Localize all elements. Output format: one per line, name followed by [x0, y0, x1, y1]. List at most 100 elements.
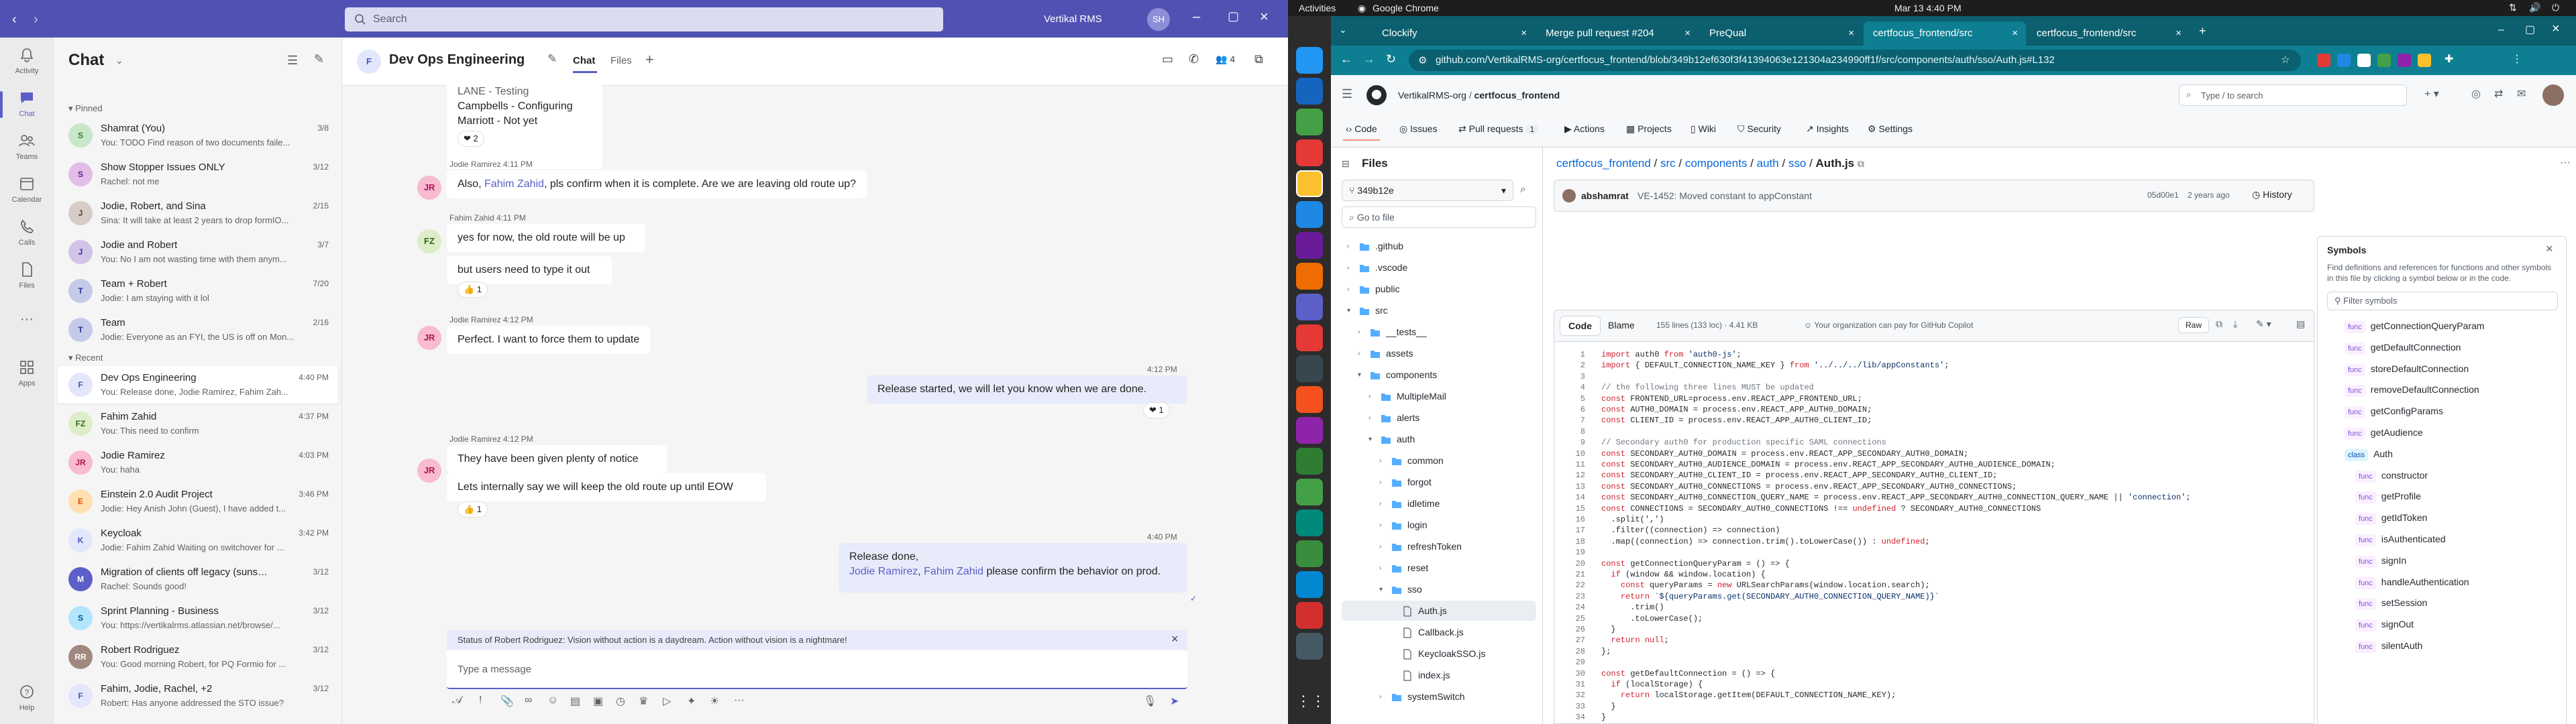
- reaction-heart[interactable]: ❤ 2: [458, 131, 484, 147]
- show-apps-icon[interactable]: ⋮⋮: [1296, 688, 1326, 715]
- dock-app-icon[interactable]: [1296, 417, 1323, 444]
- chat-list-item[interactable]: FZ Fahim Zahid You: This need to confirm 4:…: [58, 405, 338, 442]
- popout-icon[interactable]: ⧉: [1254, 52, 1263, 66]
- activities-button[interactable]: Activities: [1299, 3, 1336, 13]
- tree-folder[interactable]: › forgot: [1342, 472, 1536, 492]
- line-number[interactable]: 16: [1558, 515, 1585, 524]
- symbol-item[interactable]: func silentAuth: [2355, 637, 2422, 654]
- symbol-item[interactable]: class Auth: [2345, 445, 2393, 463]
- tree-folder[interactable]: ▾ sso: [1342, 579, 1536, 599]
- line-number[interactable]: 6: [1558, 405, 1585, 414]
- site-info-icon[interactable]: ⚙: [1418, 54, 1427, 66]
- repo-link[interactable]: certfocus_frontend: [1474, 90, 1560, 101]
- tree-folder[interactable]: ▾ src: [1342, 300, 1536, 320]
- emoji-icon[interactable]: ☺: [547, 695, 558, 707]
- history-button[interactable]: ◷ History: [2252, 189, 2292, 200]
- line-number[interactable]: 9: [1558, 438, 1585, 447]
- commit-sha[interactable]: 05d00e1: [2147, 190, 2179, 200]
- reaction-heart[interactable]: ❤ 1: [1143, 402, 1170, 418]
- close-tab-icon[interactable]: ×: [2176, 27, 2182, 39]
- tree-folder[interactable]: › __tests__: [1342, 322, 1536, 342]
- line-number[interactable]: 22: [1558, 581, 1585, 590]
- copy-icon[interactable]: ⧉: [2216, 318, 2222, 330]
- hamburger-icon[interactable]: ☰: [1342, 87, 1352, 101]
- line-number[interactable]: 34: [1558, 713, 1585, 722]
- line-number[interactable]: 30: [1558, 669, 1585, 678]
- symbol-item[interactable]: func setSession: [2355, 594, 2427, 611]
- tree-folder[interactable]: › MultipleMail: [1342, 386, 1536, 406]
- forward-icon[interactable]: →: [1363, 52, 1375, 66]
- sticker-icon[interactable]: ▣: [593, 695, 603, 708]
- symbol-item[interactable]: func handleAuthentication: [2355, 573, 2469, 591]
- browser-tab[interactable]: PreQual ×: [1700, 21, 1862, 46]
- breadcrumb-link[interactable]: sso: [1788, 157, 1806, 170]
- chat-list-item[interactable]: K Keycloak Jodie: Fahim Zahid Waiting on s…: [58, 522, 338, 559]
- tab-search-icon[interactable]: ⌄: [1339, 24, 1347, 36]
- breadcrumb-link[interactable]: src: [1660, 157, 1676, 170]
- attach-icon[interactable]: 📎: [500, 695, 514, 708]
- dock-app-icon[interactable]: [1296, 324, 1323, 351]
- puzzle-icon[interactable]: ✚: [2445, 52, 2453, 66]
- chat-list-item[interactable]: RR Robert Rodriguez You: Good morning Robe…: [58, 638, 338, 676]
- dock-app-icon[interactable]: [1296, 479, 1323, 505]
- tab-code[interactable]: Code: [1560, 316, 1601, 336]
- video-call-icon[interactable]: ▭: [1162, 52, 1173, 66]
- schedule-icon[interactable]: ◷: [616, 695, 625, 708]
- chat-list-item[interactable]: J Jodie, Robert, and Sina Sina: It will ta…: [58, 194, 338, 232]
- close-icon[interactable]: ×: [2546, 242, 2553, 256]
- copy-path-icon[interactable]: ⧉: [1858, 158, 1864, 169]
- close-tab-icon[interactable]: ×: [1521, 27, 1527, 39]
- chevron-down-icon[interactable]: ⌄: [115, 55, 123, 66]
- extension-icon[interactable]: [2398, 54, 2411, 67]
- tree-file[interactable]: Callback.js: [1342, 622, 1536, 642]
- breadcrumb-link[interactable]: certfocus_frontend: [1556, 157, 1651, 170]
- bulb-icon[interactable]: ☀: [710, 695, 719, 708]
- loop-icon[interactable]: ∞: [525, 695, 532, 707]
- goto-file-input[interactable]: ⌕ Go to file: [1342, 206, 1536, 228]
- power-icon[interactable]: ⏻: [2552, 2, 2559, 13]
- branch-selector[interactable]: ⑂ 349b12e ▾: [1342, 180, 1513, 201]
- rail-help[interactable]: ? Help: [0, 677, 54, 720]
- rail-calendar[interactable]: Calendar: [0, 169, 54, 212]
- line-number[interactable]: 11: [1558, 460, 1585, 469]
- symbol-item[interactable]: func signIn: [2355, 552, 2406, 569]
- tab-pull-requests[interactable]: ⇄ Pull requests 1: [1458, 123, 1539, 135]
- tab-insights[interactable]: ↗ Insights: [1806, 123, 1849, 135]
- active-app-name[interactable]: Google Chrome: [1373, 3, 1439, 13]
- breadcrumb-link[interactable]: components: [1685, 157, 1748, 170]
- firefox-dock-icon[interactable]: [1296, 386, 1323, 413]
- symbol-item[interactable]: func getConnectionQueryParam: [2345, 317, 2484, 335]
- rail-chat[interactable]: Chat: [0, 83, 54, 126]
- browser-tab-active[interactable]: certfocus_frontend/src ×: [1864, 21, 2026, 46]
- line-number[interactable]: 14: [1558, 493, 1585, 502]
- browser-tab[interactable]: certfocus_frontend/src ×: [2027, 21, 2190, 46]
- forward-icon[interactable]: ›: [34, 12, 38, 27]
- tree-folder[interactable]: › refreshToken: [1342, 536, 1536, 556]
- filter-icon[interactable]: ☰: [287, 54, 298, 68]
- tab-settings[interactable]: ⚙ Settings: [1868, 123, 1913, 135]
- gif-icon[interactable]: ▤: [570, 695, 580, 708]
- line-number[interactable]: 25: [1558, 614, 1585, 623]
- org-link[interactable]: VertikalRMS-org: [1398, 90, 1466, 101]
- line-number[interactable]: 18: [1558, 537, 1585, 546]
- tree-file[interactable]: index.js: [1342, 665, 1536, 685]
- browser-tab[interactable]: Clockify ×: [1373, 21, 1535, 46]
- line-number[interactable]: 23: [1558, 592, 1585, 601]
- line-number[interactable]: 1: [1558, 350, 1585, 359]
- chat-list-item[interactable]: T Team + Robert Jodie: I am staying with i…: [58, 272, 338, 310]
- edit-icon[interactable]: ✎ ▾: [2256, 318, 2271, 330]
- filter-symbols-input[interactable]: ⚲ Filter symbols: [2327, 292, 2558, 310]
- tree-folder[interactable]: › .github: [1342, 236, 1536, 256]
- important-icon[interactable]: !: [479, 695, 482, 707]
- line-number[interactable]: 20: [1558, 559, 1585, 568]
- tree-file[interactable]: Auth.js: [1342, 601, 1536, 621]
- line-number[interactable]: 33: [1558, 702, 1585, 711]
- symbol-item[interactable]: func getConfigParams: [2345, 402, 2443, 420]
- line-number[interactable]: 19: [1558, 548, 1585, 557]
- symbol-item[interactable]: func isAuthenticated: [2355, 530, 2446, 548]
- back-icon[interactable]: ←: [1340, 52, 1352, 66]
- search-input[interactable]: Search: [345, 7, 943, 32]
- idea-icon[interactable]: ✦: [687, 695, 696, 708]
- chat-list-item[interactable]: E Einstein 2.0 Audit Project Jodie: Hey An…: [58, 483, 338, 520]
- dock-app-icon[interactable]: [1296, 355, 1323, 382]
